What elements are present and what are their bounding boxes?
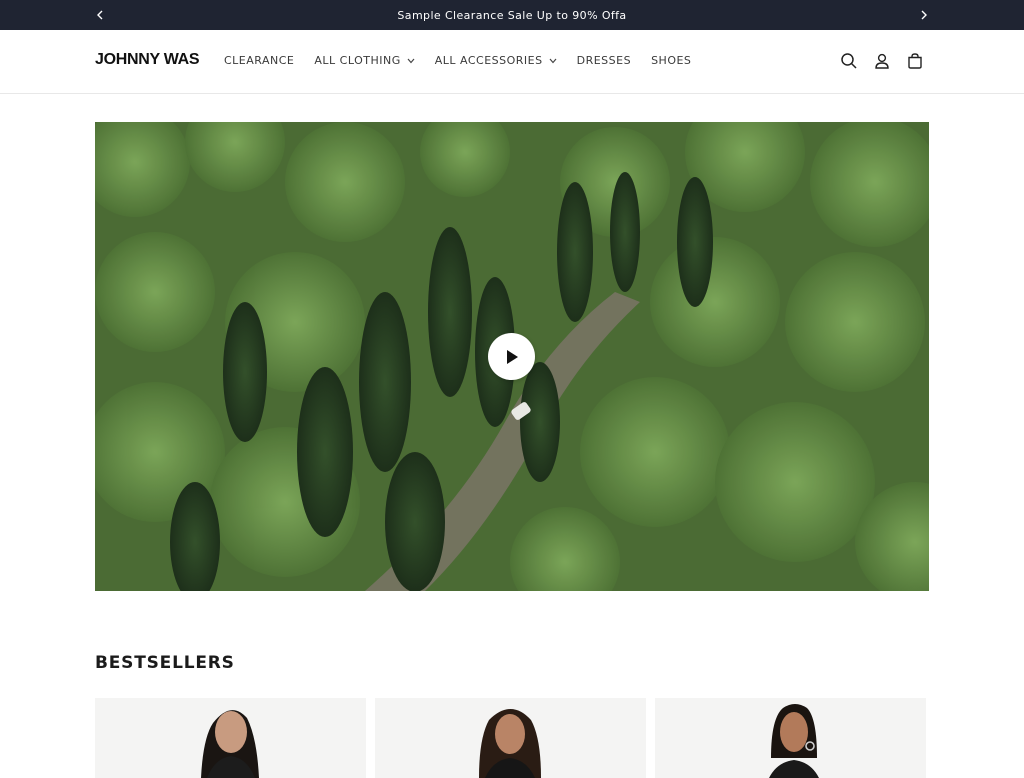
nav-item-shoes[interactable]: SHOES xyxy=(651,54,691,67)
announcement-bar: Sample Clearance Sale Up to 90% Offa xyxy=(0,0,1024,30)
chevron-left-icon xyxy=(97,10,103,20)
nav-item-all-accessories[interactable]: ALL ACCESSORIES xyxy=(435,54,557,67)
nav-item-dresses[interactable]: DRESSES xyxy=(577,54,631,67)
site-header: JOHNNY WAS CLEARANCE ALL CLOTHING ALL AC… xyxy=(0,30,1024,94)
cart-icon xyxy=(908,53,922,69)
nav-item-label: ALL ACCESSORIES xyxy=(434,54,543,67)
announcement-next-button[interactable] xyxy=(916,7,932,23)
product-image xyxy=(201,710,259,778)
nav-item-all-clothing[interactable]: ALL CLOTHING xyxy=(314,54,415,67)
product-card[interactable] xyxy=(375,698,646,778)
nav-item-label: ALL CLOTHING xyxy=(314,54,401,67)
product-image xyxy=(769,704,819,778)
play-icon xyxy=(506,349,518,364)
nav-item-clearance[interactable]: CLEARANCE xyxy=(224,54,294,67)
logo[interactable]: JOHNNY WAS xyxy=(95,51,200,69)
product-image xyxy=(479,709,541,778)
account-icon xyxy=(875,53,889,69)
search-button[interactable] xyxy=(838,50,860,72)
nav-item-label: SHOES xyxy=(651,54,692,67)
announcement-prev-button[interactable] xyxy=(92,7,108,23)
product-grid xyxy=(95,698,935,778)
nav-item-label: CLEARANCE xyxy=(224,54,295,67)
chevron-down-icon xyxy=(549,58,557,64)
chevron-right-icon xyxy=(921,10,927,20)
section-title: BESTSELLERS xyxy=(95,653,235,673)
chevron-down-icon xyxy=(407,58,415,64)
product-card[interactable] xyxy=(655,698,926,778)
hero-video[interactable] xyxy=(95,122,929,591)
search-icon xyxy=(841,53,857,69)
announcement-text: Sample Clearance Sale Up to 90% Offa xyxy=(397,8,627,22)
product-card[interactable] xyxy=(95,698,366,778)
nav-item-label: DRESSES xyxy=(576,54,632,67)
header-actions xyxy=(838,50,937,72)
cart-button[interactable] xyxy=(904,50,926,72)
main-nav: CLEARANCE ALL CLOTHING ALL ACCESSORIES D… xyxy=(224,54,711,67)
account-button[interactable] xyxy=(871,50,893,72)
play-button[interactable] xyxy=(488,333,535,380)
